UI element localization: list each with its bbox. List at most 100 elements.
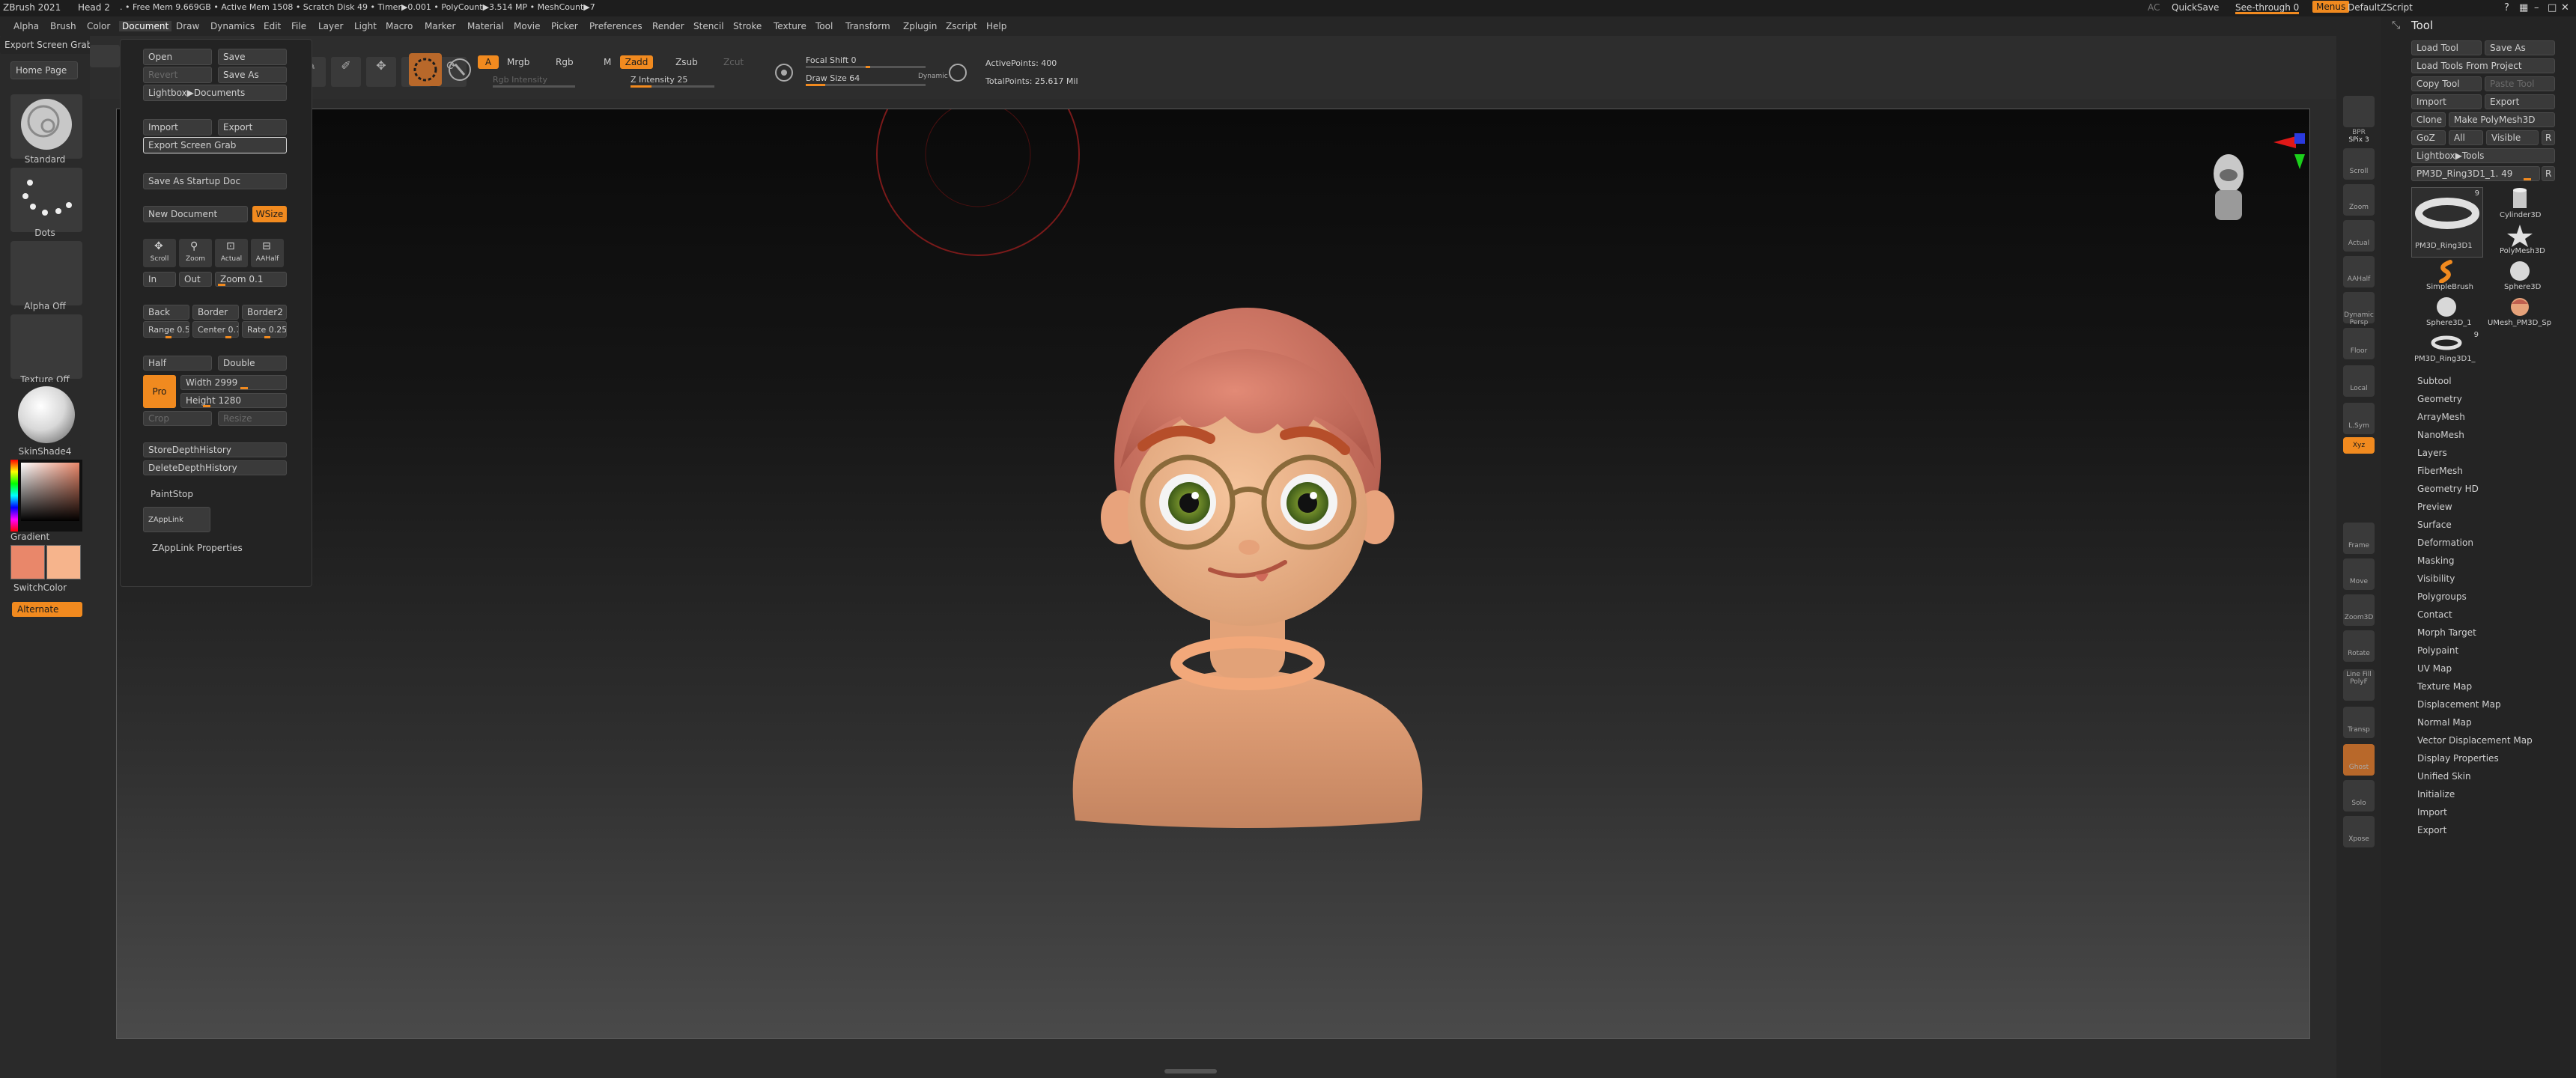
half-button[interactable]: Half bbox=[143, 356, 212, 371]
fibermesh-section[interactable]: FiberMesh bbox=[2417, 466, 2463, 476]
range-slider[interactable]: Range 0.5 bbox=[143, 321, 189, 338]
subtool-section[interactable]: Subtool bbox=[2417, 376, 2452, 386]
floor-button[interactable]: Floor bbox=[2343, 328, 2375, 359]
texture-map-section[interactable]: Texture Map bbox=[2417, 681, 2472, 692]
export-button[interactable]: Export bbox=[218, 119, 287, 135]
draw-size-icon[interactable] bbox=[947, 61, 969, 84]
nanomesh-section[interactable]: NanoMesh bbox=[2417, 430, 2464, 440]
tool-thumb-simplebrush[interactable]: SimpleBrush bbox=[2411, 259, 2482, 293]
rgb-button[interactable]: Rgb bbox=[556, 57, 574, 67]
z-intensity-slider[interactable]: Z Intensity 25 bbox=[631, 75, 687, 85]
rate-slider[interactable]: Rate 0.25 bbox=[242, 321, 287, 338]
tool-thumb-sphere[interactable]: Sphere3D bbox=[2485, 259, 2555, 293]
dynamic-toggle[interactable]: Dynamic bbox=[918, 73, 948, 80]
menu-file[interactable]: File bbox=[291, 21, 306, 31]
border2-button[interactable]: Border2 bbox=[242, 305, 287, 320]
zsub-button[interactable]: Zsub bbox=[675, 57, 698, 67]
preview-section[interactable]: Preview bbox=[2417, 502, 2452, 512]
unified-skin-section[interactable]: Unified Skin bbox=[2417, 771, 2471, 782]
current-tool-r-button[interactable]: R bbox=[2542, 166, 2555, 181]
solo-button[interactable]: Solo bbox=[2343, 780, 2375, 811]
menus-toggle[interactable]: Menus bbox=[2312, 1, 2350, 13]
goz-button[interactable]: GoZ bbox=[2411, 130, 2446, 145]
xpose-button[interactable]: Xpose bbox=[2343, 816, 2375, 847]
import-tool-button[interactable]: Import bbox=[2411, 94, 2482, 109]
import-section[interactable]: Import bbox=[2417, 807, 2447, 817]
polygroups-section[interactable]: Polygroups bbox=[2417, 591, 2467, 602]
character-head-model[interactable] bbox=[1030, 304, 1465, 828]
menu-alpha[interactable]: Alpha bbox=[13, 21, 39, 31]
menu-zscript[interactable]: Zscript bbox=[946, 21, 977, 31]
menu-stroke[interactable]: Stroke bbox=[733, 21, 762, 31]
focal-shift-slider[interactable]: Focal Shift 0 bbox=[806, 55, 857, 65]
menu-movie[interactable]: Movie bbox=[514, 21, 541, 31]
uv-map-section[interactable]: UV Map bbox=[2417, 663, 2452, 674]
menu-texture[interactable]: Texture bbox=[774, 21, 806, 31]
transp-button[interactable]: Transp bbox=[2343, 707, 2375, 738]
visible-button[interactable]: Visible bbox=[2486, 130, 2539, 145]
save-as-startup-doc-button[interactable]: Save As Startup Doc bbox=[143, 173, 287, 189]
geometry-hd-section[interactable]: Geometry HD bbox=[2417, 484, 2479, 494]
menu-help[interactable]: Help bbox=[986, 21, 1006, 31]
zoom-nav-button[interactable]: Zoom ⚲ bbox=[179, 239, 212, 267]
scroll-nav-button[interactable]: Scroll ✥ bbox=[143, 239, 176, 267]
menu-color[interactable]: Color bbox=[87, 21, 110, 31]
frame-button[interactable]: Frame bbox=[2343, 523, 2375, 554]
polypaint-section[interactable]: Polypaint bbox=[2417, 645, 2458, 656]
saturation-square[interactable] bbox=[21, 463, 79, 521]
zoom-in-button[interactable]: In bbox=[143, 272, 176, 287]
lsym-button[interactable]: L.Sym bbox=[2343, 403, 2375, 434]
see-through-slider[interactable]: See-through 0 bbox=[2235, 2, 2299, 13]
zoom-slider[interactable]: Zoom 0.1 bbox=[215, 272, 287, 287]
revert-button[interactable]: Revert bbox=[143, 67, 212, 83]
normal-map-section[interactable]: Normal Map bbox=[2417, 717, 2472, 728]
save-as-button[interactable]: Save As bbox=[218, 67, 287, 83]
tool-thumb-polymesh[interactable]: PolyMesh3D bbox=[2485, 223, 2555, 258]
menu-stencil[interactable]: Stencil bbox=[693, 21, 724, 31]
paste-tool-button[interactable]: Paste Tool bbox=[2485, 76, 2555, 91]
goz-r-button[interactable]: R bbox=[2542, 130, 2555, 145]
vector-displacement-map-section[interactable]: Vector Displacement Map bbox=[2417, 735, 2533, 746]
brush-thumbnail[interactable] bbox=[10, 94, 82, 159]
menu-preferences[interactable]: Preferences bbox=[589, 21, 643, 31]
open-button[interactable]: Open bbox=[143, 49, 212, 65]
tool-thumb-ring-2[interactable]: PM3D_Ring3D1_ 9 bbox=[2411, 331, 2482, 365]
menu-zplugin[interactable]: Zplugin bbox=[903, 21, 937, 31]
clone-button[interactable]: Clone bbox=[2411, 112, 2446, 127]
axis-gizmo[interactable] bbox=[2266, 132, 2310, 184]
bottom-scroll-handle[interactable] bbox=[1164, 1069, 1217, 1074]
spix-slider[interactable]: SPix 3 bbox=[2336, 136, 2381, 144]
actual-nav-button[interactable]: Actual ⊡ bbox=[215, 239, 248, 267]
display-properties-section[interactable]: Display Properties bbox=[2417, 753, 2499, 764]
polyf-button[interactable]: Line Fill PolyF bbox=[2343, 669, 2375, 701]
double-button[interactable]: Double bbox=[218, 356, 287, 371]
draw-size-slider[interactable]: Draw Size 64 bbox=[806, 73, 860, 83]
rgb-intensity-slider[interactable]: Rgb Intensity bbox=[493, 75, 547, 85]
pro-toggle[interactable]: Pro bbox=[143, 375, 176, 408]
initialize-section[interactable]: Initialize bbox=[2417, 789, 2455, 800]
primary-color-swatch[interactable] bbox=[10, 545, 45, 579]
default-zscript-button[interactable]: DefaultZScript bbox=[2348, 2, 2413, 13]
zoom3d-button[interactable]: Zoom3D bbox=[2343, 594, 2375, 626]
paintstop-button[interactable]: PaintStop bbox=[151, 489, 193, 499]
secondary-color-swatch[interactable] bbox=[46, 545, 81, 579]
width-slider[interactable]: Width 2999 bbox=[180, 375, 287, 390]
a-toggle[interactable]: A bbox=[478, 55, 499, 69]
load-tool-button[interactable]: Load Tool bbox=[2411, 40, 2482, 55]
contact-section[interactable]: Contact bbox=[2417, 609, 2452, 620]
navigation-head-gizmo[interactable] bbox=[2206, 145, 2251, 228]
persp-button[interactable]: Dynamic Persp bbox=[2343, 292, 2375, 326]
copy-tool-button[interactable]: Copy Tool bbox=[2411, 76, 2482, 91]
zapplink-properties-button[interactable]: ZAppLink Properties bbox=[152, 543, 243, 553]
store-depth-history-button[interactable]: StoreDepthHistory bbox=[143, 442, 287, 457]
gizmo-button[interactable] bbox=[409, 53, 442, 86]
m-button[interactable]: M bbox=[604, 57, 611, 67]
layers-section[interactable]: Layers bbox=[2417, 448, 2447, 458]
menu-material[interactable]: Material bbox=[467, 21, 504, 31]
switchcolor-button[interactable]: SwitchColor bbox=[13, 582, 67, 593]
menu-tool[interactable]: Tool bbox=[815, 21, 833, 31]
help-icon[interactable]: ? bbox=[2504, 2, 2509, 13]
zoom-button[interactable]: Zoom bbox=[2343, 184, 2375, 216]
load-tools-from-project-button[interactable]: Load Tools From Project bbox=[2411, 58, 2555, 73]
quicksave-button[interactable]: QuickSave bbox=[2172, 2, 2219, 13]
